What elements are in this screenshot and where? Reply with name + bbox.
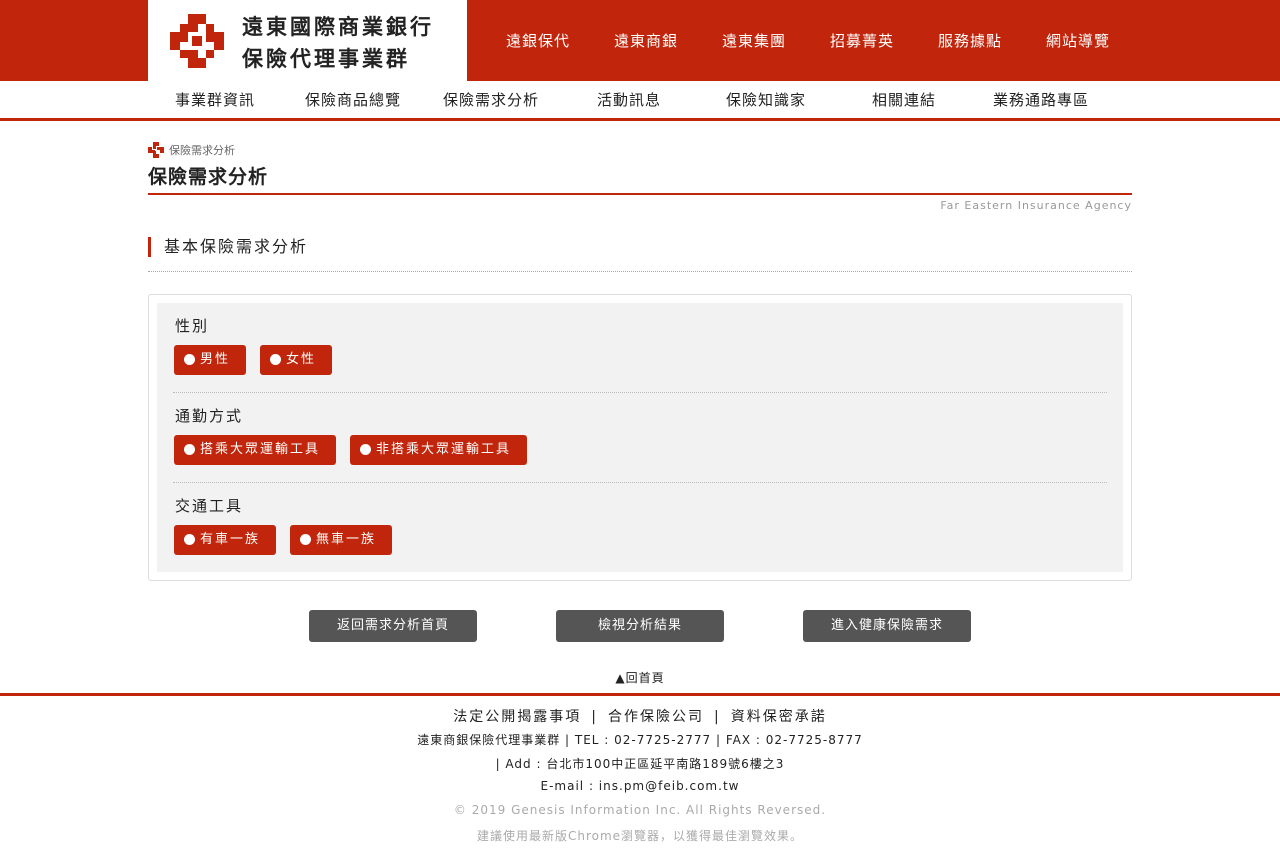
option-label: 非搭乘大眾運輸工具	[376, 442, 512, 457]
option-label: 搭乘大眾運輸工具	[200, 442, 321, 457]
analysis-form-panel: 性別 男性 女性 通勤方式 搭乘大眾運輸工具 非搭乘大眾運輸工具 交通工具 有車…	[148, 294, 1132, 581]
view-results-button[interactable]: 檢視分析結果	[556, 610, 724, 642]
sub-nav-channels[interactable]: 業務通路專區	[993, 89, 1089, 110]
logo-title: 遠東國際商業銀行	[242, 14, 434, 39]
option-label: 男性	[200, 352, 231, 367]
footer-divider	[0, 693, 1280, 696]
footer-link-disclosure[interactable]: 法定公開揭露事項	[453, 709, 581, 725]
gender-option-female[interactable]: 女性	[260, 345, 333, 375]
vehicle-option-no-car[interactable]: 無車一族	[290, 525, 393, 555]
radio-dot-icon	[184, 444, 195, 455]
footer-browser-note: 建議使用最新版Chrome瀏覽器，以獲得最佳瀏覽效果。	[476, 829, 804, 843]
breadcrumb-label[interactable]: 保險需求分析	[169, 142, 235, 158]
option-label: 女性	[286, 352, 317, 367]
radio-dot-icon	[270, 354, 281, 365]
option-label: 無車一族	[316, 532, 377, 547]
section-divider	[148, 271, 1132, 272]
sub-nav-group-info[interactable]: 事業群資訊	[175, 89, 255, 110]
top-nav-far-eastern-agency[interactable]: 遠銀保代	[506, 30, 570, 51]
vehicle-option-car-owner[interactable]: 有車一族	[174, 525, 277, 555]
gender-label: 性別	[175, 317, 210, 335]
analysis-form-body: 性別 男性 女性 通勤方式 搭乘大眾運輸工具 非搭乘大眾運輸工具 交通工具 有車…	[157, 303, 1123, 572]
section-heading: 基本保險需求分析	[148, 237, 308, 257]
health-insurance-needs-button[interactable]: 進入健康保險需求	[803, 610, 971, 642]
sub-nav-events[interactable]: 活動訊息	[597, 89, 661, 110]
commute-option-non-public-transit[interactable]: 非搭乘大眾運輸工具	[350, 435, 528, 465]
footer-email: E-mail : ins.pm@feib.com.tw	[540, 779, 740, 793]
logo-knot-small-icon	[148, 142, 164, 158]
back-to-top-link[interactable]: ▲回首頁	[0, 669, 1280, 686]
footer-copyright: © 2019 Genesis Information Inc. All Righ…	[453, 803, 827, 817]
sub-nav-knowledge[interactable]: 保險知識家	[726, 89, 806, 110]
page-title: 保險需求分析	[148, 166, 269, 188]
title-divider	[148, 193, 1132, 195]
footer-links: 法定公開揭露事項 | 合作保險公司 | 資料保密承諾	[0, 706, 1280, 726]
logo-knot-icon	[170, 14, 224, 68]
footer-link-partners[interactable]: 合作保險公司	[608, 709, 704, 725]
commute-label: 通勤方式	[175, 407, 244, 425]
option-label: 有車一族	[200, 532, 261, 547]
top-nav-feib[interactable]: 遠東商銀	[614, 30, 678, 51]
radio-dot-icon	[300, 534, 311, 545]
sub-nav-needs-analysis[interactable]: 保險需求分析	[443, 89, 539, 110]
commute-option-public-transit[interactable]: 搭乘大眾運輸工具	[174, 435, 337, 465]
sub-nav-links[interactable]: 相關連結	[872, 89, 936, 110]
top-nav-sitemap[interactable]: 網站導覽	[1046, 30, 1110, 51]
brand-english-name: Far Eastern Insurance Agency	[940, 199, 1132, 212]
radio-dot-icon	[360, 444, 371, 455]
top-nav-recruit[interactable]: 招募菁英	[830, 30, 894, 51]
sub-nav-products[interactable]: 保險商品總覽	[305, 89, 401, 110]
sub-nav: 事業群資訊 保險商品總覽 保險需求分析 活動訊息 保險知識家 相關連結 業務通路…	[0, 81, 1280, 121]
logo-subtitle: 保險代理事業群	[242, 46, 410, 71]
logo[interactable]: 遠東國際商業銀行 保險代理事業群	[148, 0, 467, 81]
top-nav-locations[interactable]: 服務據點	[938, 30, 1002, 51]
footer-address: | Add : 台北市100中正區延平南路189號6樓之3	[495, 757, 785, 771]
back-to-top-label: ▲回首頁	[615, 671, 665, 685]
group-divider	[173, 482, 1107, 483]
footer-separator: |	[714, 709, 721, 725]
back-to-analysis-home-button[interactable]: 返回需求分析首頁	[309, 610, 477, 642]
footer-separator: |	[591, 709, 598, 725]
radio-dot-icon	[184, 534, 195, 545]
gender-option-male[interactable]: 男性	[174, 345, 247, 375]
footer-link-privacy[interactable]: 資料保密承諾	[731, 709, 827, 725]
group-divider	[173, 392, 1107, 393]
top-nav-far-eastern-group[interactable]: 遠東集團	[722, 30, 786, 51]
radio-dot-icon	[184, 354, 195, 365]
footer-contact: 遠東商銀保險代理事業群 | TEL : 02-7725-2777 | FAX :…	[417, 733, 863, 747]
vehicle-label: 交通工具	[175, 497, 244, 515]
